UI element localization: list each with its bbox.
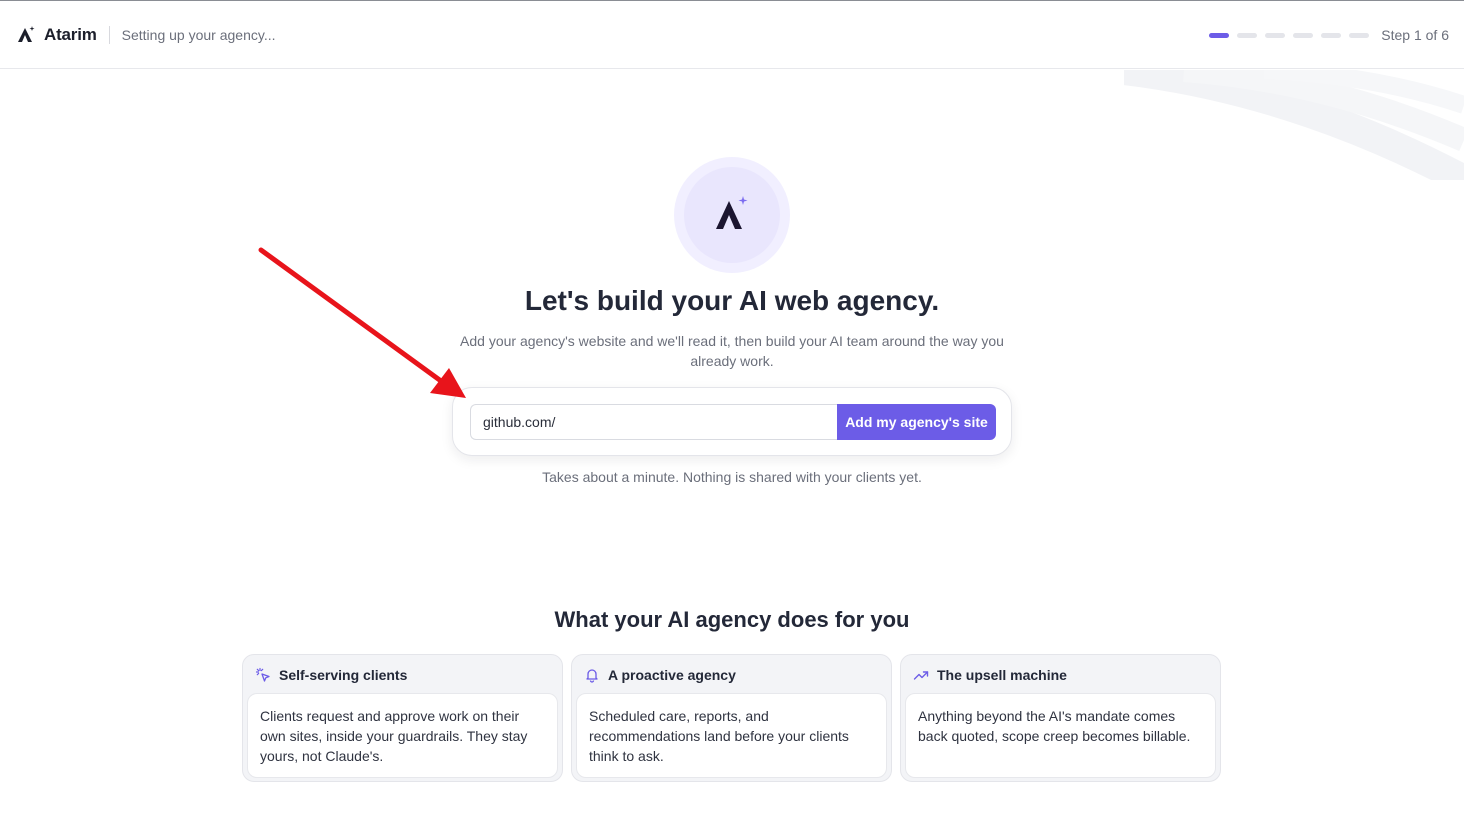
feature-card-upsell: The upsell machine Anything beyond the A… [900,654,1221,782]
onboarding-page: Atarim Setting up your agency... Step 1 … [0,0,1464,826]
step-dot [1321,32,1342,38]
helper-note: Takes about a minute. Nothing is shared … [542,469,922,485]
atarim-sparkle-icon [716,196,748,229]
header-subtitle: Setting up your agency... [121,26,276,43]
add-site-button[interactable]: Add my agency's site [837,404,996,440]
hero-logo-badge [674,157,790,273]
website-form: Add my agency's site [452,387,1012,456]
feature-card-body: Anything beyond the AI's mandate comes b… [905,693,1216,778]
hero-title: Let's build your AI web agency. [524,285,940,316]
bell-icon [586,669,598,683]
feature-card-proactive: A proactive agency Scheduled care, repor… [571,654,892,782]
feature-card-self-serving: Self-serving clients Clients request and… [242,654,563,782]
header-divider [108,25,110,44]
hero-description: Add your agency's website and we'll read… [460,333,1004,369]
step-dot [1293,32,1314,38]
feature-card-title: The upsell machine [937,667,1067,683]
step-dot [1349,32,1370,38]
step-dot [1237,32,1258,38]
step-counter: Step 1 of 6 [1381,27,1449,43]
pointer-click-icon [255,667,270,682]
top-bar: Atarim Setting up your agency... Step 1 … [0,1,1464,69]
trending-up-icon [913,671,929,680]
step-dots [1201,32,1370,38]
feature-card-body: Clients request and approve work on thei… [247,693,558,778]
features-title: What your AI agency does for you [554,607,910,632]
feature-card-title: Self-serving clients [279,667,408,683]
website-url-input[interactable] [470,404,838,440]
step-progress: Step 1 of 6 [1201,1,1449,69]
brand-logo: Atarim [16,25,97,45]
feature-card-body: Scheduled care, reports, and recommendat… [576,693,887,778]
step-dot [1265,32,1286,38]
atarim-logo-icon [18,25,35,42]
decorative-wave [1124,70,1464,180]
step-dot [1209,32,1230,38]
feature-card-title: A proactive agency [608,667,736,683]
brand-name: Atarim [44,24,97,44]
